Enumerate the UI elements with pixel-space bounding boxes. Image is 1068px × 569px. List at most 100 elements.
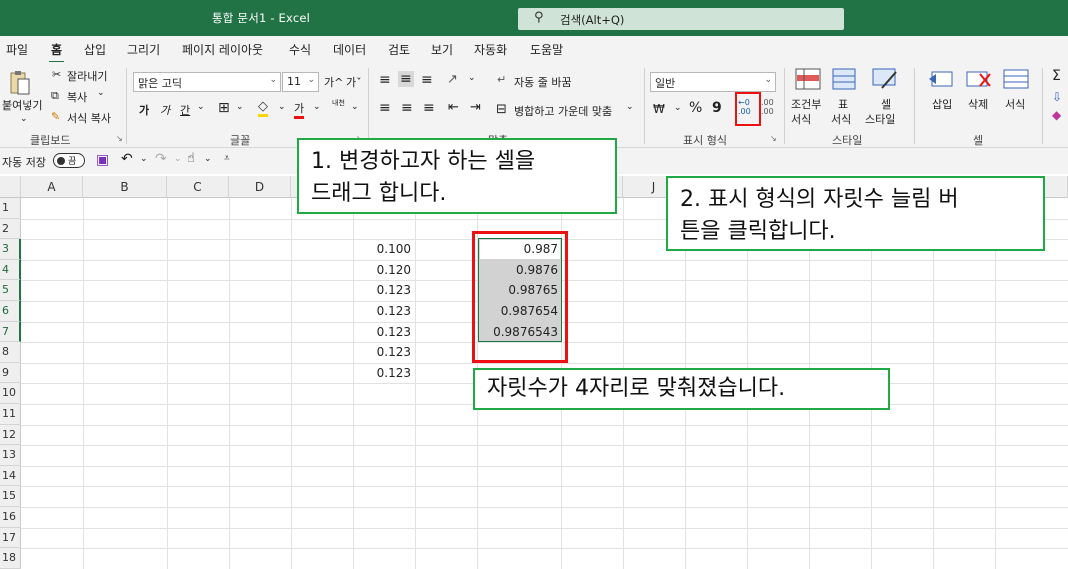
row-header[interactable]: 7 [0, 321, 21, 343]
grow-font-button[interactable]: 가^ [324, 74, 343, 90]
insert-cells-icon[interactable] [928, 68, 954, 90]
undo-icon[interactable]: ↶ [121, 151, 133, 167]
col-header-a[interactable]: A [21, 176, 83, 198]
autosum-button[interactable]: Σ [1052, 68, 1061, 84]
fill-dropdown-icon[interactable]: ⌄ [278, 102, 286, 112]
row-header[interactable]: 2 [0, 219, 21, 240]
shrink-font-button[interactable]: 가ˇ [346, 74, 362, 90]
merge-center-icon[interactable]: ⊟ [496, 102, 507, 117]
copy-dropdown-icon[interactable]: ⌄ [97, 88, 105, 98]
row-header[interactable]: 4 [0, 259, 21, 281]
row-header[interactable]: 14 [0, 466, 21, 487]
font-color-dropdown-icon[interactable]: ⌄ [313, 102, 321, 112]
tab-file[interactable]: 파일 [6, 41, 28, 58]
underline-button[interactable]: 간 [180, 102, 190, 118]
tab-view[interactable]: 보기 [431, 41, 453, 58]
fill-color-icon[interactable]: ◇ [258, 99, 268, 117]
align-top-icon[interactable]: ≡ [379, 72, 391, 88]
wrap-text-button[interactable]: 자동 줄 바꿈 [514, 74, 572, 90]
accounting-dropdown-icon[interactable]: ⌄ [674, 103, 682, 113]
decrease-decimal-button[interactable]: .00.00 [761, 98, 774, 116]
row-header[interactable]: 15 [0, 486, 21, 507]
cell-styles-icon[interactable] [872, 68, 898, 90]
cell-e8[interactable]: 0.123 [353, 342, 415, 362]
increase-indent-icon[interactable]: ⇥ [470, 100, 481, 115]
insert-button[interactable]: 삽입 [932, 96, 952, 112]
italic-button[interactable]: 가 [160, 102, 170, 118]
tab-help[interactable]: 도움말 [530, 41, 563, 58]
borders-icon[interactable]: ⊞ [218, 100, 230, 116]
dialog-launcher-icon[interactable]: ↘ [116, 134, 123, 143]
phonetic-dropdown-icon[interactable]: ⌄ [351, 102, 359, 112]
row-header[interactable]: 12 [0, 425, 21, 446]
row-header[interactable]: 10 [0, 383, 21, 404]
col-header-c[interactable]: C [167, 176, 229, 198]
align-right-icon[interactable]: ≡ [423, 100, 435, 116]
paste-button[interactable]: 붙여넣기 [2, 97, 42, 113]
row-header[interactable]: 6 [0, 301, 21, 322]
tab-insert[interactable]: 삽입 [84, 41, 106, 58]
cell-e7[interactable]: 0.123 [353, 322, 415, 342]
delete-cells-icon[interactable] [966, 68, 992, 90]
bold-button[interactable]: 가 [139, 102, 149, 118]
autosave-toggle[interactable]: 끔 [53, 153, 85, 168]
phonetic-button[interactable]: 내천 [332, 99, 345, 107]
format-cells-icon[interactable] [1003, 68, 1029, 90]
format-as-table-icon[interactable] [832, 68, 858, 90]
tab-draw[interactable]: 그리기 [127, 41, 160, 58]
clear-icon[interactable]: ◆ [1052, 108, 1061, 122]
redo-dropdown-icon[interactable]: ⌄ [174, 154, 182, 164]
align-middle-icon[interactable]: ≡ [398, 71, 414, 87]
percent-style-button[interactable]: % [689, 100, 702, 116]
row-header[interactable]: 11 [0, 404, 21, 425]
tab-home[interactable]: 홈 [48, 41, 65, 64]
align-left-icon[interactable]: ≡ [379, 100, 391, 116]
row-header[interactable]: 1 [0, 198, 21, 219]
cell-e5[interactable]: 0.123 [353, 280, 415, 300]
conditional-format-icon[interactable] [795, 68, 821, 90]
touch-mode-icon[interactable]: ☝ [187, 151, 195, 166]
row-header[interactable]: 3 [0, 239, 21, 260]
select-all-corner[interactable] [0, 176, 21, 198]
font-color-icon[interactable]: 가 [294, 100, 305, 119]
undo-dropdown-icon[interactable]: ⌄ [140, 154, 148, 164]
search-box[interactable]: ⚲ 검색(Alt+Q) [518, 8, 844, 30]
merge-center-button[interactable]: 병합하고 가운데 맞춤 [514, 103, 612, 119]
conditional-format-button[interactable]: 조건부 [791, 96, 821, 112]
paste-icon[interactable] [10, 70, 30, 96]
tab-formulas[interactable]: 수식 [289, 41, 311, 58]
format-painter-icon[interactable]: ✎ [51, 110, 60, 123]
cut-button[interactable]: 잘라내기 [67, 68, 107, 84]
orientation-dropdown-icon[interactable]: ⌄ [468, 73, 476, 83]
format-as-table-button[interactable]: 표 [838, 96, 848, 112]
row-header[interactable]: 13 [0, 445, 21, 466]
underline-dropdown-icon[interactable]: ⌄ [197, 102, 205, 112]
row-header[interactable]: 8 [0, 342, 21, 363]
cell-styles-button[interactable]: 셀 [881, 96, 891, 112]
tab-automate[interactable]: 자동화 [474, 41, 507, 58]
cell-e9[interactable]: 0.123 [353, 363, 415, 383]
cut-icon[interactable]: ✂ [52, 68, 61, 81]
borders-dropdown-icon[interactable]: ⌄ [236, 102, 244, 112]
customize-qat-icon[interactable]: ⩡ [224, 153, 230, 164]
align-bottom-icon[interactable]: ≡ [421, 72, 433, 88]
cell-e3[interactable]: 0.100 [353, 239, 415, 259]
row-header[interactable]: 18 [0, 548, 21, 569]
font-name-select[interactable]: 맑은 고딕 ⌄ [133, 72, 281, 92]
row-header[interactable]: 9 [0, 363, 21, 384]
align-center-icon[interactable]: ≡ [401, 100, 413, 116]
redo-icon[interactable]: ↷ [155, 151, 167, 167]
dialog-launcher-icon[interactable]: ↘ [770, 134, 777, 143]
fill-down-icon[interactable]: ⇩ [1052, 90, 1062, 104]
row-header[interactable]: 5 [0, 280, 21, 301]
cell-e6[interactable]: 0.123 [353, 301, 415, 321]
merge-dropdown-icon[interactable]: ⌄ [626, 102, 634, 112]
row-header[interactable]: 17 [0, 528, 21, 549]
row-header[interactable]: 16 [0, 507, 21, 528]
save-icon[interactable]: ▣ [96, 152, 109, 168]
decrease-indent-icon[interactable]: ⇤ [448, 100, 459, 115]
font-size-select[interactable]: 11 ⌄ [282, 72, 319, 92]
format-painter-button[interactable]: 서식 복사 [67, 110, 111, 126]
cell-e4[interactable]: 0.120 [353, 260, 415, 280]
paste-dropdown-icon[interactable]: ⌄ [20, 114, 28, 124]
